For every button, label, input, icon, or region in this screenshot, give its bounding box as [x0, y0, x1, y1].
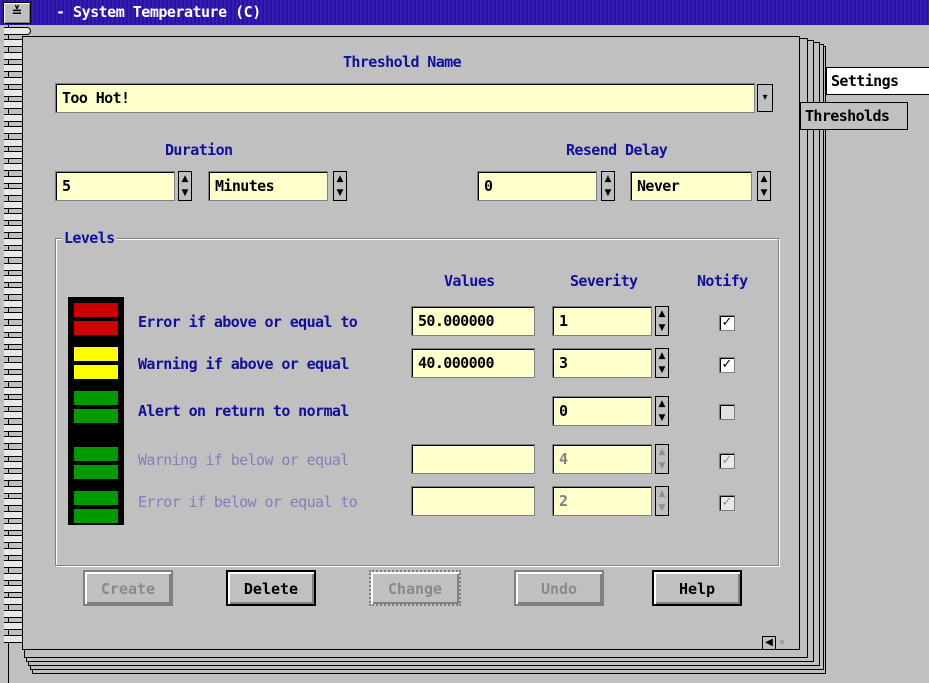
notify-checkbox[interactable]: ✓: [719, 315, 735, 331]
resend-delay-unit-spinner-icon[interactable]: ▲ ▼: [757, 171, 771, 201]
notify-checkbox[interactable]: [719, 404, 735, 420]
meter-segment-error-high: [74, 303, 118, 317]
page-nav-icon[interactable]: ◀»: [762, 636, 792, 650]
severity-spinner-icon[interactable]: ▲ ▼: [655, 348, 669, 378]
level-severity-field[interactable]: 1: [552, 306, 652, 336]
help-button[interactable]: Help: [652, 570, 742, 606]
meter-segment-warning-low: [74, 465, 118, 479]
severity-spinner-icon[interactable]: ▲ ▼: [655, 486, 669, 516]
resend-delay-unit-field[interactable]: Never: [630, 171, 752, 201]
level-severity-field[interactable]: 4: [552, 444, 652, 474]
severity-column-header: Severity: [570, 272, 638, 290]
severity-spinner-icon[interactable]: ▲ ▼: [655, 444, 669, 474]
level-row-label: Error if below or equal to: [138, 493, 358, 511]
next-page-icon[interactable]: »: [776, 637, 788, 649]
level-value-field[interactable]: 50.000000: [411, 306, 535, 336]
threshold-name-field[interactable]: Too Hot!: [55, 83, 755, 113]
level-row-label: Warning if below or equal: [138, 451, 349, 469]
threshold-level-meter: [68, 297, 124, 525]
window-title: - System Temperature (C): [56, 3, 261, 21]
meter-segment-error-low: [74, 509, 118, 523]
meter-segment-warning-high: [74, 365, 118, 379]
delete-button[interactable]: Delete: [226, 570, 316, 606]
level-value-field[interactable]: [411, 486, 535, 516]
severity-spinner-icon[interactable]: ▲ ▼: [655, 306, 669, 336]
resend-delay-spinner-icon[interactable]: ▲ ▼: [601, 171, 615, 201]
threshold-name-label: Threshold Name: [343, 53, 462, 71]
level-row-label: Error if above or equal to: [138, 313, 358, 331]
notify-column-header: Notify: [697, 272, 748, 290]
duration-unit-field[interactable]: Minutes: [208, 171, 328, 201]
prev-page-icon[interactable]: ◀: [762, 636, 776, 650]
notify-checkbox[interactable]: ✓: [719, 495, 735, 511]
notify-checkbox[interactable]: ✓: [719, 357, 735, 373]
level-row-label: Warning if above or equal: [138, 355, 349, 373]
tab-thresholds[interactable]: Thresholds: [800, 102, 908, 130]
values-column-header: Values: [444, 272, 495, 290]
resend-delay-value-field[interactable]: 0: [477, 171, 597, 201]
meter-segment-warning-high: [74, 347, 118, 361]
tab-settings[interactable]: Settings: [826, 67, 929, 95]
duration-unit-spinner-icon[interactable]: ▲ ▼: [333, 171, 347, 201]
level-severity-field[interactable]: 3: [552, 348, 652, 378]
notify-checkbox[interactable]: ✓: [719, 453, 735, 469]
meter-segment-error-low: [74, 491, 118, 505]
level-value-field[interactable]: [411, 444, 535, 474]
level-severity-field[interactable]: 2: [552, 486, 652, 516]
resend-delay-label: Resend Delay: [566, 141, 668, 159]
create-button[interactable]: Create: [83, 570, 173, 606]
duration-label: Duration: [165, 141, 233, 159]
undo-button[interactable]: Undo: [514, 570, 604, 606]
level-value-field[interactable]: 40.000000: [411, 348, 535, 378]
severity-spinner-icon[interactable]: ▲ ▼: [655, 396, 669, 426]
duration-spinner-icon[interactable]: ▲ ▼: [178, 171, 192, 201]
level-severity-field[interactable]: 0: [552, 396, 652, 426]
change-button[interactable]: Change: [369, 570, 461, 606]
level-row-label: Alert on return to normal: [138, 402, 349, 420]
meter-segment-normal: [74, 391, 118, 405]
duration-value-field[interactable]: 5: [55, 171, 175, 201]
meter-segment-error-high: [74, 321, 118, 335]
meter-segment-normal: [74, 409, 118, 423]
levels-title: Levels: [62, 229, 117, 247]
system-menu-icon[interactable]: ≚: [3, 2, 31, 24]
dropdown-icon[interactable]: ▾: [757, 84, 773, 112]
title-bar: ≚ - System Temperature (C): [0, 0, 929, 25]
meter-segment-warning-low: [74, 447, 118, 461]
